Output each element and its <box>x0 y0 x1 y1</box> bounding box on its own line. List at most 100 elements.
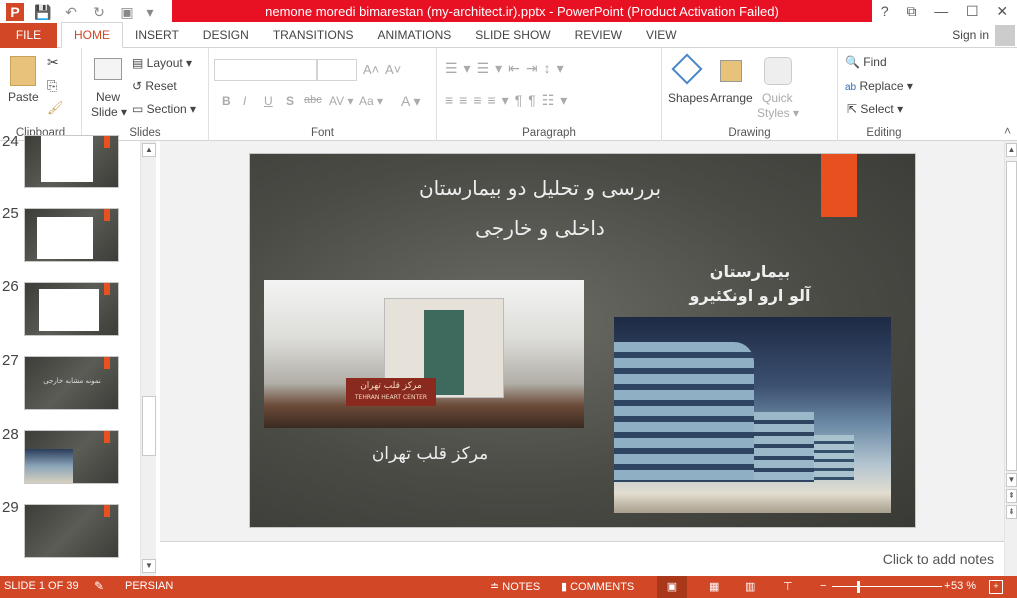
shapes-icon[interactable] <box>671 53 703 85</box>
tab-transitions[interactable]: TRANSITIONS <box>261 23 366 48</box>
scroll-up-button[interactable]: ▲ <box>1006 143 1017 157</box>
notes-placeholder[interactable]: Click to add notes <box>883 551 994 567</box>
underline-button[interactable]: U <box>264 94 273 108</box>
zoom-in-button[interactable]: + <box>944 580 950 592</box>
italic-button[interactable]: I <box>243 94 246 108</box>
tab-home[interactable]: HOME <box>61 22 123 48</box>
slide-thumbnail-pane: 24 25 26 27 نمونه مشابه خارجی 28 29 <box>0 133 157 576</box>
undo-icon[interactable]: ↶ <box>62 3 80 21</box>
tehran-heart-center-photo[interactable]: مرکز قلب تهران TEHRAN HEART CENTER <box>264 280 584 428</box>
shadow-button[interactable]: S <box>286 94 294 108</box>
character-spacing-button[interactable]: AV ▾ <box>329 94 353 108</box>
scroll-down-button[interactable]: ▼ <box>142 559 156 573</box>
collapse-ribbon-icon[interactable]: ˄ <box>1004 124 1011 138</box>
fit-to-window-button[interactable]: + <box>989 580 1003 594</box>
paste-icon[interactable] <box>10 56 36 86</box>
current-slide[interactable]: بررسی و تحلیل دو بیمارستان داخلی و خارجی… <box>249 153 916 528</box>
font-size-dropdown[interactable] <box>317 59 357 81</box>
replace-button[interactable]: ab Replace ▾ <box>845 79 913 93</box>
scroll-thumb[interactable] <box>1006 161 1017 471</box>
shrink-font-button[interactable]: A˅ <box>385 62 401 77</box>
ribbon-tabs: FILE HOME INSERT DESIGN TRANSITIONS ANIM… <box>0 22 1017 48</box>
customize-qat-icon[interactable]: ▾ <box>146 3 154 21</box>
scroll-down-button[interactable]: ▼ <box>1006 473 1017 487</box>
bold-button[interactable]: B <box>222 94 231 108</box>
right-heading-line2[interactable]: آلو ارو اونکئیرو <box>650 286 850 305</box>
slide-thumbnail-25[interactable] <box>24 208 119 262</box>
maximize-button[interactable]: ☐ <box>966 3 979 20</box>
left-caption[interactable]: مرکز قلب تهران <box>310 444 550 464</box>
thumbnail-scrollbar[interactable]: ▲ ▼ <box>140 141 156 576</box>
slide-title-line2[interactable]: داخلی و خارجی <box>370 216 710 240</box>
avatar[interactable] <box>995 25 1015 46</box>
hospital-photo[interactable] <box>614 317 891 513</box>
close-button[interactable]: ✕ <box>996 3 1008 20</box>
font-name-dropdown[interactable] <box>214 59 317 81</box>
new-slide-dropdown[interactable]: Slide ▾ <box>91 105 127 119</box>
format-painter-icon[interactable]: 🖌 <box>47 100 64 116</box>
minimize-button[interactable]: — <box>934 3 948 19</box>
notes-pane[interactable]: Click to add notes <box>160 541 1004 576</box>
section-button[interactable]: ▭ Section ▾ <box>132 102 196 116</box>
zoom-slider-thumb[interactable] <box>857 581 861 593</box>
paste-button[interactable]: Paste <box>8 90 39 104</box>
cut-icon[interactable]: ✂ <box>47 54 59 71</box>
find-button[interactable]: 🔍 Find <box>845 55 887 69</box>
thumbnail-number: 25 <box>2 205 19 222</box>
tab-file[interactable]: FILE <box>0 22 57 48</box>
start-slideshow-icon[interactable]: ▣ <box>118 3 136 21</box>
slide-thumbnail-27[interactable]: نمونه مشابه خارجی <box>24 356 119 410</box>
change-case-button[interactable]: Aa ▾ <box>359 94 383 108</box>
help-button[interactable]: ? <box>881 3 889 19</box>
tab-animations[interactable]: ANIMATIONS <box>365 23 463 48</box>
slide-thumbnail-26[interactable] <box>24 282 119 336</box>
strikethrough-button[interactable]: abc <box>304 94 322 106</box>
slide-sorter-button[interactable]: ▦ <box>709 580 719 593</box>
sign-in-link[interactable]: Sign in <box>952 23 989 48</box>
normal-view-button[interactable]: ▣ <box>657 576 687 598</box>
save-icon[interactable]: 💾 <box>34 3 52 21</box>
slide-title-line1[interactable]: بررسی و تحلیل دو بیمارستان <box>370 176 710 200</box>
right-heading-line1[interactable]: بیمارستان <box>650 262 850 281</box>
quick-styles-button[interactable]: Quick <box>762 91 793 105</box>
notes-button[interactable]: ≐ NOTES <box>490 580 540 593</box>
spell-check-icon[interactable]: ✎ <box>94 579 104 593</box>
slide-scrollbar[interactable]: ▲ ▼ ⇞ ⇟ <box>1004 141 1017 576</box>
quick-styles-dropdown[interactable]: Styles ▾ <box>757 106 799 120</box>
list-buttons[interactable]: ☰▾☰▾⇤⇥↕▾ <box>445 60 570 77</box>
scroll-thumb[interactable] <box>142 396 156 456</box>
grow-font-button[interactable]: A˄ <box>363 62 379 77</box>
slide-thumbnail-29[interactable] <box>24 504 119 558</box>
select-button[interactable]: ⇱ Select ▾ <box>847 102 903 116</box>
zoom-out-button[interactable]: − <box>820 580 826 592</box>
new-slide-icon[interactable] <box>94 58 122 80</box>
shapes-button[interactable]: Shapes <box>668 91 709 105</box>
redo-icon[interactable]: ↻ <box>90 3 108 21</box>
tab-review[interactable]: REVIEW <box>563 23 634 48</box>
language-indicator[interactable]: PERSIAN <box>125 580 173 592</box>
zoom-level[interactable]: 53 % <box>951 580 976 592</box>
new-slide-button[interactable]: New <box>96 90 120 104</box>
comments-button[interactable]: ▮ COMMENTS <box>561 580 634 593</box>
zoom-slider[interactable] <box>832 586 942 587</box>
scroll-up-button[interactable]: ▲ <box>142 143 156 157</box>
arrange-icon[interactable] <box>720 60 742 82</box>
tab-design[interactable]: DESIGN <box>191 23 261 48</box>
reset-button[interactable]: ↺ Reset <box>132 79 177 93</box>
slideshow-button[interactable]: ⊤ <box>783 580 793 593</box>
ribbon-display-button[interactable]: ⧉ <box>906 3 916 20</box>
quick-styles-icon[interactable] <box>764 57 792 85</box>
reading-view-button[interactable]: ▥ <box>745 580 755 593</box>
slide-thumbnail-24[interactable] <box>24 135 119 188</box>
tab-view[interactable]: VIEW <box>634 23 689 48</box>
layout-button[interactable]: ▤ Layout ▾ <box>132 56 192 70</box>
slide-thumbnail-28[interactable] <box>24 430 119 484</box>
previous-slide-button[interactable]: ⇞ <box>1006 489 1017 503</box>
next-slide-button[interactable]: ⇟ <box>1006 505 1017 519</box>
arrange-button[interactable]: Arrange <box>710 91 753 105</box>
font-color-button[interactable]: A ▾ <box>401 93 420 110</box>
alignment-buttons[interactable]: ≡≡≡≡▾¶¶☷▾ <box>445 92 573 109</box>
copy-icon[interactable]: ⎘ <box>47 78 57 94</box>
tab-insert[interactable]: INSERT <box>123 23 191 48</box>
tab-slide-show[interactable]: SLIDE SHOW <box>463 23 562 48</box>
